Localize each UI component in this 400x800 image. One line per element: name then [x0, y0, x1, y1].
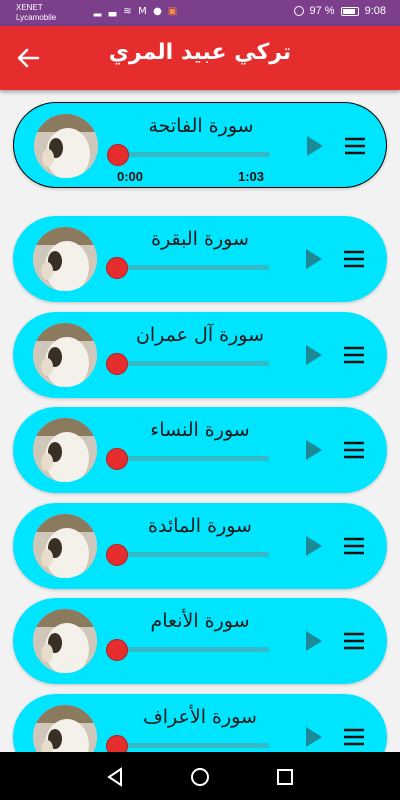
page-title: تركي عبيد المري	[108, 40, 292, 65]
notification-icon: ▣	[167, 6, 178, 17]
play-icon	[307, 136, 323, 156]
play-icon	[306, 536, 322, 556]
menu-icon	[344, 250, 364, 268]
status-bar: XENET Lycamobile ▂ ▃ ≋ M ● ▣ 97 % 9:08	[0, 0, 400, 26]
nav-recents-button[interactable]	[274, 766, 296, 788]
nav-back-button[interactable]	[104, 766, 126, 788]
reciter-avatar	[33, 323, 97, 387]
progress-thumb[interactable]	[106, 257, 128, 279]
carrier-line-2: Lycamobile	[16, 13, 57, 22]
play-icon	[306, 249, 322, 269]
progress-track[interactable]	[119, 552, 269, 557]
progress-thumb[interactable]	[106, 353, 128, 375]
progress-track[interactable]	[119, 361, 269, 366]
reciter-avatar	[33, 705, 97, 752]
progress-thumb[interactable]	[106, 448, 128, 470]
play-button[interactable]	[303, 533, 325, 559]
play-button[interactable]	[303, 342, 325, 368]
progress-thumb[interactable]	[107, 144, 129, 166]
menu-icon	[344, 728, 364, 746]
surah-card[interactable]: سورة الفاتحة 0:00 1:03	[13, 102, 387, 188]
play-button[interactable]	[304, 133, 326, 159]
menu-button[interactable]	[343, 249, 365, 269]
status-right: 97 % 9:08	[293, 5, 386, 17]
play-button[interactable]	[303, 628, 325, 654]
clock: 9:08	[364, 5, 386, 17]
signal-icon: ▃	[108, 6, 117, 17]
menu-icon	[344, 632, 364, 650]
chat-icon: ●	[153, 6, 162, 17]
wifi-icon: ≋	[123, 6, 132, 17]
menu-button[interactable]	[344, 136, 366, 156]
play-icon	[306, 345, 322, 365]
play-icon	[306, 440, 322, 460]
alarm-icon	[293, 6, 304, 16]
play-button[interactable]	[303, 437, 325, 463]
gmail-icon: M	[138, 6, 147, 17]
progress-thumb[interactable]	[106, 544, 128, 566]
menu-button[interactable]	[343, 345, 365, 365]
battery-percent: 97 %	[309, 5, 335, 17]
signal-icon: ▂	[93, 6, 102, 17]
surah-card[interactable]: سورة المائدة	[13, 503, 387, 589]
play-button[interactable]	[303, 246, 325, 272]
surah-card[interactable]: سورة البقرة	[13, 216, 387, 302]
carrier-label: XENET Lycamobile	[16, 3, 56, 23]
current-time: 0:00	[117, 169, 144, 184]
surah-name: سورة الأنعام	[150, 610, 250, 632]
surah-name: سورة آل عمران	[135, 324, 265, 346]
carrier-line-1: XENET	[16, 3, 43, 12]
progress-thumb[interactable]	[106, 735, 128, 752]
nav-home-button[interactable]	[189, 766, 211, 788]
app-bar: تركي عبيد المري	[0, 26, 400, 90]
menu-button[interactable]	[343, 440, 365, 460]
total-time: 1:03	[238, 169, 265, 184]
menu-button[interactable]	[343, 536, 365, 556]
surah-name: سورة الفاتحة	[148, 115, 254, 137]
system-nav-bar	[0, 752, 400, 800]
square-recents-icon	[277, 769, 293, 785]
menu-icon	[344, 346, 364, 364]
menu-icon	[344, 537, 364, 555]
progress-track[interactable]	[119, 265, 269, 270]
menu-button[interactable]	[343, 631, 365, 651]
menu-icon	[345, 137, 365, 155]
surah-card[interactable]: سورة آل عمران	[13, 312, 387, 398]
notification-icons: ▂ ▃ ≋ M ● ▣	[92, 6, 178, 17]
triangle-back-icon	[107, 767, 122, 787]
progress-track[interactable]	[119, 647, 269, 652]
surah-card[interactable]: سورة الأعراف	[13, 694, 387, 752]
reciter-avatar	[33, 609, 97, 673]
progress-thumb[interactable]	[106, 639, 128, 661]
play-button[interactable]	[303, 724, 325, 750]
surah-name: سورة الأعراف	[143, 706, 257, 728]
surah-card[interactable]: سورة الأنعام	[13, 598, 387, 684]
surah-name: سورة البقرة	[151, 228, 249, 250]
play-icon	[306, 631, 322, 651]
reciter-avatar	[33, 418, 97, 482]
battery-icon	[340, 6, 359, 16]
surah-card[interactable]: سورة النساء	[13, 407, 387, 493]
menu-button[interactable]	[343, 727, 365, 747]
reciter-avatar	[33, 227, 97, 291]
progress-track[interactable]	[119, 456, 269, 461]
progress-track[interactable]	[120, 152, 270, 157]
circle-home-icon	[191, 768, 209, 786]
reciter-avatar	[34, 114, 98, 178]
surah-name: سورة النساء	[150, 419, 250, 441]
surah-name: سورة المائدة	[148, 515, 252, 537]
progress-track[interactable]	[119, 743, 269, 748]
play-icon	[306, 727, 322, 747]
reciter-avatar	[33, 514, 97, 578]
menu-icon	[344, 441, 364, 459]
surah-list[interactable]: سورة الفاتحة 0:00 1:03 سورة البقرة سورة …	[0, 90, 400, 752]
